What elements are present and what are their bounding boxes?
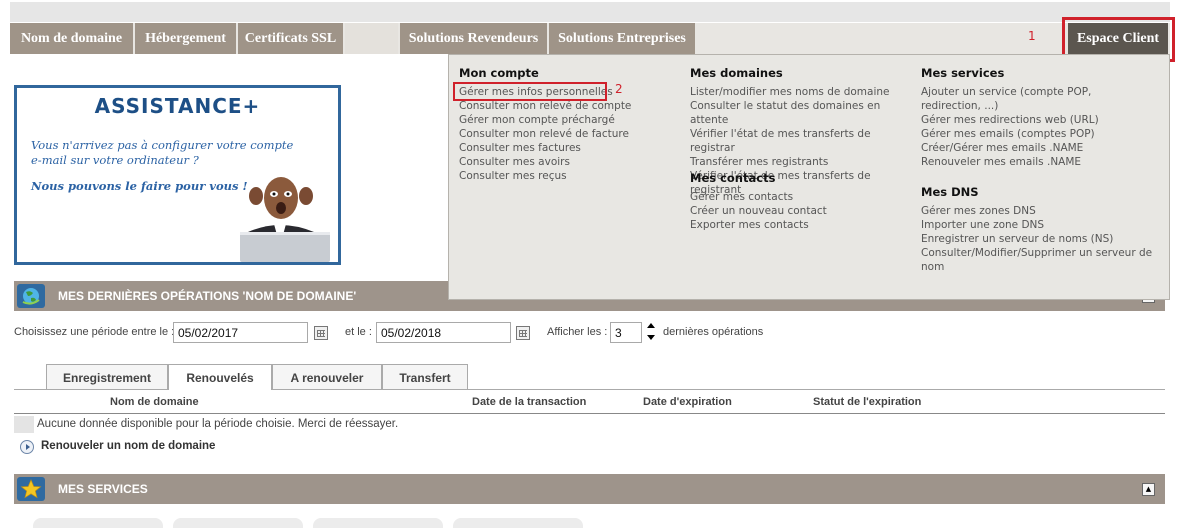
tab-renouveles[interactable]: Renouvelés xyxy=(168,364,272,390)
top-strip xyxy=(10,2,1170,22)
menu-item-emails-name[interactable]: Créer/Gérer mes emails .NAME xyxy=(921,141,1153,155)
table-row-marker xyxy=(14,416,34,433)
period-label: Choisissez une période entre le : xyxy=(14,326,175,338)
menu-item-importer-zone[interactable]: Importer une zone DNS xyxy=(921,218,1153,232)
menu-item-recus[interactable]: Consulter mes reçus xyxy=(459,169,674,183)
column-header-transaction-date[interactable]: Date de la transaction xyxy=(472,396,586,408)
count-input[interactable] xyxy=(610,322,642,343)
highlight-box-infos-personnelles xyxy=(453,82,607,101)
last-ops-label: dernières opérations xyxy=(663,326,764,338)
menu-item-enregistrer-ns[interactable]: Enregistrer un serveur de noms (NS) xyxy=(921,232,1153,246)
menu-item-gerer-contacts[interactable]: Gérer mes contacts xyxy=(690,190,915,204)
service-tile[interactable] xyxy=(33,518,163,528)
espace-client-dropdown-menu: Mon compte Gérer mes infos personnelles … xyxy=(448,54,1170,300)
banner-line-3: Nous pouvons le faire pour vous ! xyxy=(31,179,248,193)
nav-tab-certificats-ssl[interactable]: Certificats SSL xyxy=(238,23,343,54)
menu-item-releve-facture[interactable]: Consulter mon relevé de facture xyxy=(459,127,674,141)
banner-title: ASSISTANCE+ xyxy=(94,94,261,118)
calendar-icon-from[interactable] xyxy=(314,326,328,340)
menu-item-gerer-emails[interactable]: Gérer mes emails (comptes POP) xyxy=(921,127,1153,141)
show-label: Afficher les : xyxy=(547,326,608,338)
globe-icon xyxy=(17,284,45,308)
date-to-input[interactable] xyxy=(376,322,511,343)
menu-item-lister-domaines[interactable]: Lister/modifier mes noms de domaine xyxy=(690,85,915,99)
section-title-operations: MES DERNIÈRES OPÉRATIONS 'NOM DE DOMAINE… xyxy=(58,289,357,303)
stepper-up-icon[interactable] xyxy=(647,323,655,328)
service-tile[interactable] xyxy=(173,518,303,528)
date-from-input[interactable] xyxy=(173,322,308,343)
menu-heading-mes-services: Mes services xyxy=(921,66,1005,80)
menu-item-exporter-contacts[interactable]: Exporter mes contacts xyxy=(690,218,915,232)
menu-item-releve-compte[interactable]: Consulter mon relevé de compte xyxy=(459,99,674,113)
column-header-expiration-date[interactable]: Date d'expiration xyxy=(643,396,732,408)
menu-list-mes-services: Ajouter un service (compte POP, redirect… xyxy=(921,85,1153,169)
and-label: et le : xyxy=(345,326,372,338)
nav-tab-hebergement[interactable]: Hébergement xyxy=(135,23,236,54)
annotation-number-1: 1 xyxy=(1028,29,1036,43)
service-tile[interactable] xyxy=(313,518,443,528)
tab-enregistrement[interactable]: Enregistrement xyxy=(46,364,168,389)
menu-item-factures[interactable]: Consulter mes factures xyxy=(459,141,674,155)
calendar-icon-to[interactable] xyxy=(516,326,530,340)
section-title-services: MES SERVICES xyxy=(58,482,148,496)
tab-a-renouveler[interactable]: A renouveler xyxy=(272,364,382,389)
renew-arrow-icon[interactable] xyxy=(20,440,34,454)
tab-transfert[interactable]: Transfert xyxy=(382,364,468,389)
menu-item-statut-domaines[interactable]: Consulter le statut des domaines en atte… xyxy=(690,99,915,127)
menu-item-modifier-ns[interactable]: Consulter/Modifier/Supprimer un serveur … xyxy=(921,246,1153,274)
collapse-toggle-services[interactable]: ▲ xyxy=(1142,483,1155,496)
menu-heading-mes-dns: Mes DNS xyxy=(921,185,979,199)
annotation-number-2: 2 xyxy=(615,82,623,96)
menu-item-zones-dns[interactable]: Gérer mes zones DNS xyxy=(921,204,1153,218)
menu-item-ajouter-service[interactable]: Ajouter un service (compte POP, redirect… xyxy=(921,85,1153,113)
menu-item-redirections-web[interactable]: Gérer mes redirections web (URL) xyxy=(921,113,1153,127)
count-stepper[interactable] xyxy=(646,322,656,342)
assistance-banner[interactable]: ASSISTANCE+ Vous n'arrivez pas à configu… xyxy=(14,85,341,265)
stressed-man-illustration xyxy=(240,177,330,262)
menu-item-nouveau-contact[interactable]: Créer un nouveau contact xyxy=(690,204,915,218)
section-bar-services: MES SERVICES ▲ xyxy=(14,474,1165,504)
stepper-down-icon[interactable] xyxy=(647,335,655,340)
nav-tab-nom-de-domaine[interactable]: Nom de domaine xyxy=(10,23,133,54)
column-header-expiration-status[interactable]: Statut de l'expiration xyxy=(813,396,921,408)
menu-list-mes-contacts: Gérer mes contacts Créer un nouveau cont… xyxy=(690,190,915,232)
banner-line-2: e-mail sur votre ordinateur ? xyxy=(31,153,199,167)
service-tile[interactable] xyxy=(453,518,583,528)
menu-item-renouveler-emails[interactable]: Renouveler mes emails .NAME xyxy=(921,155,1153,169)
empty-table-message: Aucune donnée disponible pour la période… xyxy=(37,418,399,430)
star-icon xyxy=(17,477,45,501)
menu-item-compte-precharge[interactable]: Gérer mon compte préchargé xyxy=(459,113,674,127)
nav-tab-empty xyxy=(345,23,398,54)
nav-tab-solutions-entreprises[interactable]: Solutions Entreprises xyxy=(549,23,695,54)
menu-list-mes-dns: Gérer mes zones DNS Importer une zone DN… xyxy=(921,204,1153,274)
banner-line-1: Vous n'arrivez pas à configurer votre co… xyxy=(31,138,294,152)
column-header-domain[interactable]: Nom de domaine xyxy=(110,396,199,408)
menu-item-transferer-registrants[interactable]: Transférer mes registrants xyxy=(690,155,915,169)
nav-tab-solutions-revendeurs[interactable]: Solutions Revendeurs xyxy=(400,23,547,54)
menu-item-transferts-registrar[interactable]: Vérifier l'état de mes transferts de reg… xyxy=(690,127,915,155)
menu-heading-mes-domaines: Mes domaines xyxy=(690,66,783,80)
table-header-divider xyxy=(14,413,1165,414)
menu-item-avoirs[interactable]: Consulter mes avoirs xyxy=(459,155,674,169)
menu-heading-mon-compte: Mon compte xyxy=(459,66,539,80)
renew-domain-link[interactable]: Renouveler un nom de domaine xyxy=(41,440,215,452)
menu-heading-mes-contacts: Mes contacts xyxy=(690,171,776,185)
